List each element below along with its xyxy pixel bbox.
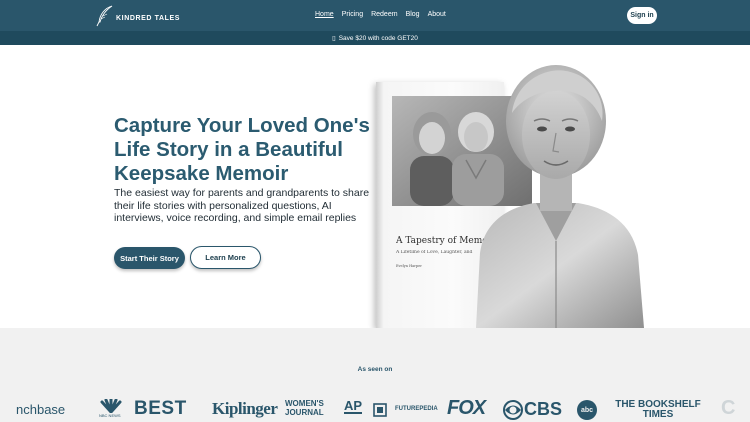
learn-more-button[interactable]: Learn More — [190, 246, 261, 269]
top-navigation-bar: KINDRED TALES Home Pricing Redeem Blog A… — [0, 0, 750, 31]
book-author: Evelyn Harper — [396, 264, 422, 268]
nav-link-redeem[interactable]: Redeem — [371, 11, 397, 18]
nav-link-blog[interactable]: Blog — [406, 11, 420, 18]
quill-icon — [96, 5, 113, 27]
brand-name: KINDRED TALES — [116, 14, 181, 22]
futurepedia-text: FUTUREPEDIA — [395, 406, 438, 412]
bookshelf-times-logo: THE BOOKSHELF TIMES — [615, 399, 701, 420]
ap-logo: AP — [344, 398, 363, 414]
crunchbase-logo: nchbase — [16, 402, 66, 417]
gift-icon: ▯ — [332, 35, 336, 42]
best-logo: BEST — [134, 398, 187, 419]
cbs-eye-icon — [503, 400, 523, 420]
womens-journal-logo: WOMEN'S JOURNAL — [285, 399, 324, 417]
nav-link-home[interactable]: Home — [315, 11, 334, 18]
nav-link-pricing[interactable]: Pricing — [342, 11, 363, 18]
promo-banner[interactable]: ▯ Save $20 with code GET20 — [0, 31, 750, 45]
sign-in-button[interactable]: Sign in — [627, 7, 657, 24]
futurepedia-logo: FUTUREPEDIA — [373, 403, 438, 422]
nbc-news-logo: NBC NEWS — [98, 397, 124, 418]
abc-logo: abc — [577, 400, 597, 420]
as-seen-on-title: As seen on — [357, 366, 393, 373]
fox-logo: FOX — [447, 397, 486, 419]
cbs-logo: CBS — [503, 399, 562, 422]
nbc-news-text: NBC NEWS — [99, 413, 121, 418]
start-their-story-button[interactable]: Start Their Story — [114, 247, 185, 269]
hero-subtext: The easiest way for parents and grandpar… — [114, 187, 370, 224]
as-seen-on-section: As seen on nchbase NBC NEWS BEST Kipling… — [0, 328, 750, 422]
hero-section: Capture Your Loved One's Life Story in a… — [0, 45, 750, 328]
nav-links: Home Pricing Redeem Blog About — [315, 11, 446, 18]
press-logo-strip: nchbase NBC NEWS BEST Kiplinger WOMEN'S … — [0, 397, 750, 422]
futurepedia-icon — [373, 403, 387, 417]
nav-link-about[interactable]: About — [428, 11, 446, 18]
cbs-text: CBS — [524, 399, 563, 419]
brand-logo[interactable]: KINDRED TALES — [95, 5, 180, 27]
partial-logo: C — [721, 397, 736, 419]
hero-headline: Capture Your Loved One's Life Story in a… — [114, 114, 370, 185]
promo-text: Save $20 with code GET20 — [338, 34, 418, 42]
elderly-woman-portrait — [476, 65, 644, 328]
kiplinger-logo: Kiplinger — [212, 399, 278, 418]
peacock-icon — [100, 397, 122, 414]
